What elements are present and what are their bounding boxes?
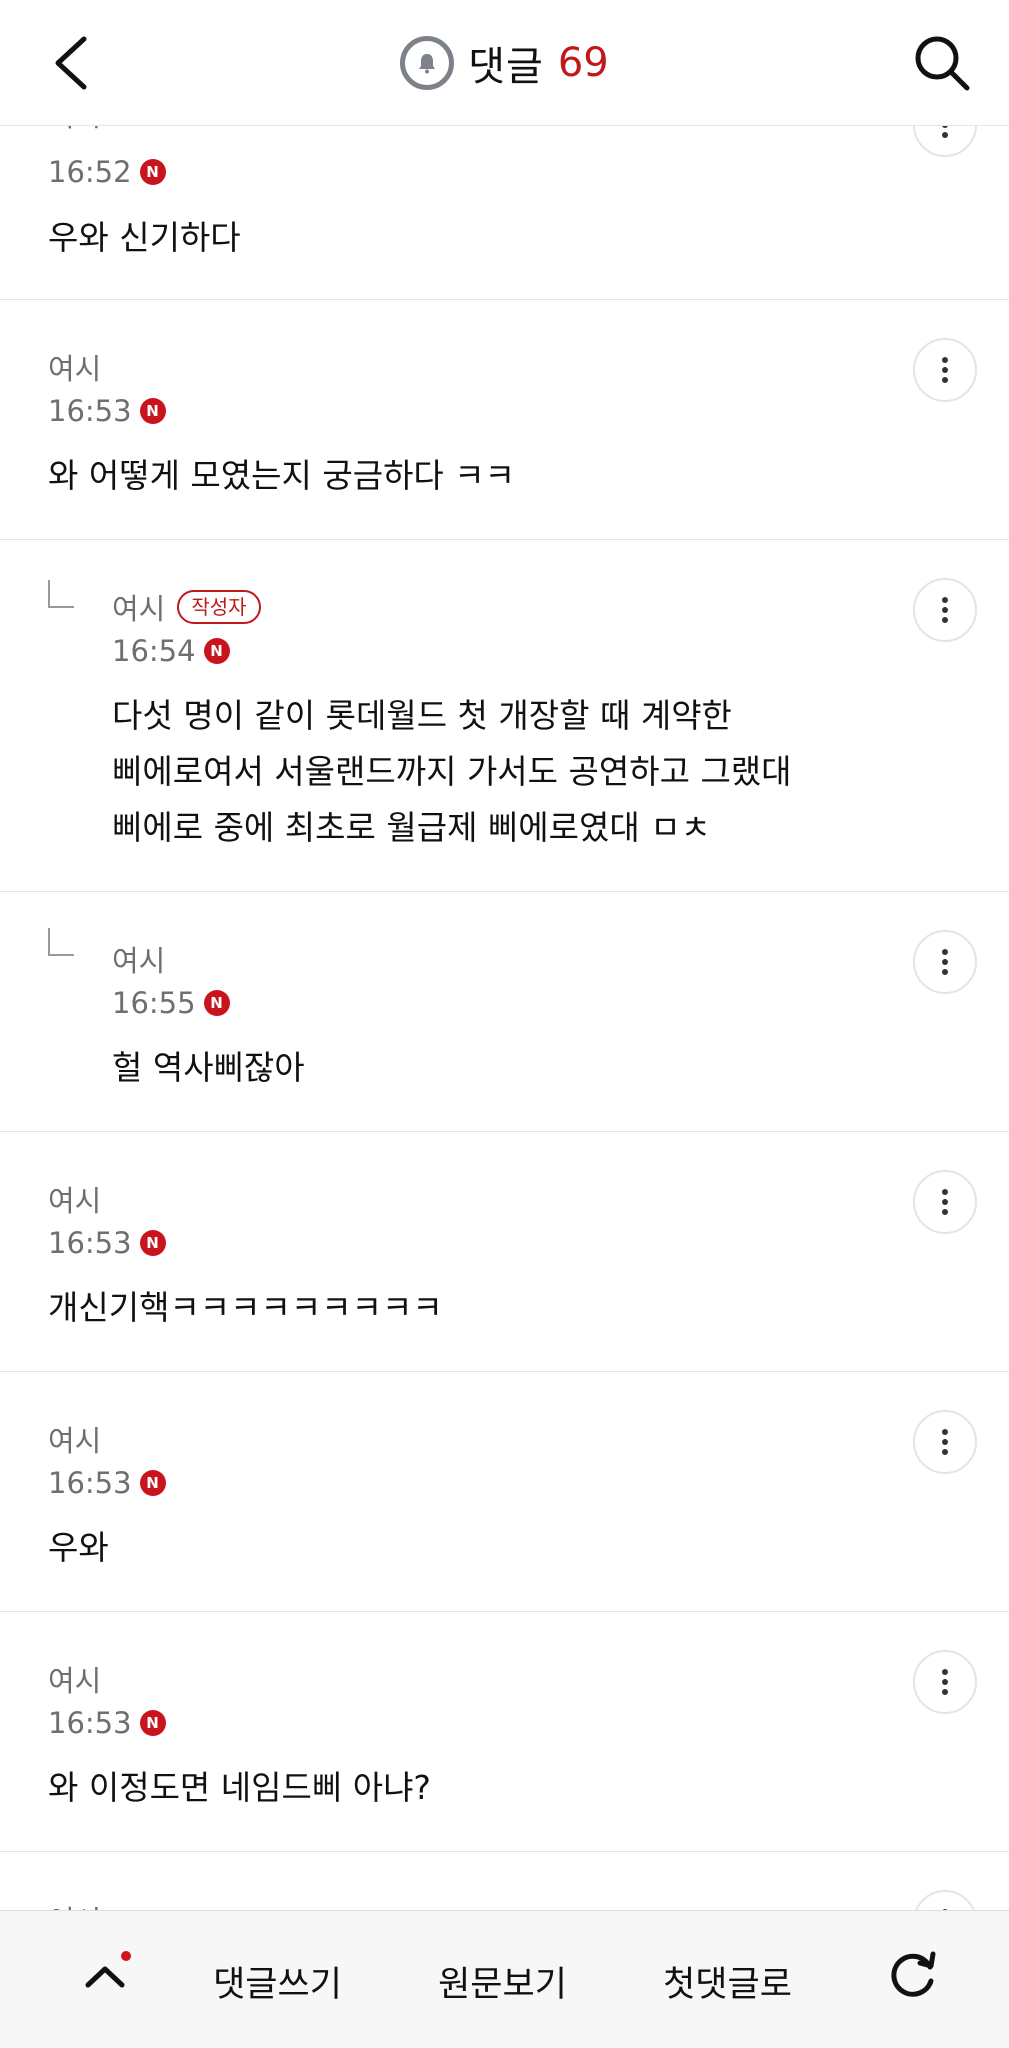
new-badge: N: [139, 1470, 166, 1496]
comment-line: 다섯 명이 같이 롯데월드 첫 개장할 때 계약한: [112, 696, 732, 735]
comment-author[interactable]: 여시: [48, 1178, 101, 1220]
comment-author[interactable]: 여시: [112, 938, 165, 980]
comment-author[interactable]: 여시: [48, 1658, 101, 1700]
new-badge: N: [203, 638, 230, 664]
comment-time: 16:53: [48, 394, 132, 428]
chevron-up-icon: [85, 1966, 125, 1988]
new-badge: N: [203, 990, 230, 1016]
write-comment-button[interactable]: 댓글쓰기: [195, 1951, 360, 2011]
author-badge: 작성자: [177, 590, 261, 624]
comment-time: 16:53: [48, 1226, 132, 1260]
more-vertical-icon: [942, 1429, 948, 1455]
refresh-button[interactable]: [878, 1939, 948, 2009]
comment-item: 여시 16:53 N 개신기핵ㅋㅋㅋㅋㅋㅋㅋㅋㅋ: [0, 1132, 1009, 1372]
comment-line: 우와 신기하다: [48, 218, 241, 257]
more-vertical-icon: [942, 1669, 948, 1695]
comment-line: 와 어떻게 모였는지 궁금하다 ㅋㅋ: [48, 456, 515, 495]
new-badge: N: [139, 159, 166, 185]
comment-body: 우와: [48, 1520, 109, 1576]
comment-line: 우와: [48, 1528, 109, 1567]
new-badge: N: [139, 398, 166, 424]
comment-body: 와 어떻게 모였는지 궁금하다 ㅋㅋ: [48, 448, 515, 504]
reply-indicator-icon: [48, 580, 74, 608]
more-button[interactable]: [913, 930, 977, 994]
comment-line: 헐 역사삐잖아: [112, 1048, 305, 1087]
comment-time: 16:54: [112, 634, 196, 668]
comment-author[interactable]: 여시: [48, 1418, 101, 1460]
more-vertical-icon: [942, 357, 948, 383]
search-icon: [915, 36, 970, 91]
comment-line: 삐에로여서 서울랜드까지 가서도 공연하고 그랬대: [112, 752, 792, 791]
comment-item: 여시 16:53 N 우와: [0, 1372, 1009, 1612]
page-title: 댓글: [468, 44, 544, 90]
more-vertical-icon: [942, 949, 948, 975]
more-button[interactable]: [913, 578, 977, 642]
bottom-toolbar: 댓글쓰기 원문보기 첫댓글로: [0, 1910, 1009, 2048]
comment-item-reply: 여시 작성자 16:54 N 다섯 명이 같이 롯데월드 첫 개장할 때 계약한…: [0, 540, 1009, 892]
comment-author[interactable]: 여시: [48, 346, 101, 388]
top-bar: 댓글 69: [0, 0, 1009, 126]
comment-line: 개신기핵ㅋㅋㅋㅋㅋㅋㅋㅋㅋ: [48, 1288, 443, 1327]
comment-time: 16:55: [112, 986, 196, 1020]
comment-body: 와 이정도면 네임드삐 아냐?: [48, 1760, 431, 1816]
comment-count: 69: [557, 40, 609, 86]
notification-toggle[interactable]: [400, 36, 455, 90]
refresh-icon: [891, 1951, 936, 1997]
reply-indicator-icon: [48, 928, 74, 956]
comment-time: 16:53: [48, 1706, 132, 1740]
comment-time: 16:53: [48, 1466, 132, 1500]
view-original-button[interactable]: 원문보기: [420, 1951, 585, 2011]
comment-item-reply: 여시 16:55 N 헐 역사삐잖아: [0, 892, 1009, 1132]
more-vertical-icon: [942, 597, 948, 623]
first-comment-button[interactable]: 첫댓글로: [645, 1951, 810, 2011]
search-button[interactable]: [907, 28, 977, 98]
new-indicator-dot: [121, 1951, 131, 1961]
comment-body: 개신기핵ㅋㅋㅋㅋㅋㅋㅋㅋㅋ: [48, 1280, 443, 1336]
comment-item: 여시 16:53 N 와 이정도면 네임드삐 아냐?: [0, 1612, 1009, 1852]
more-button[interactable]: [913, 338, 977, 402]
comment-body: 다섯 명이 같이 롯데월드 첫 개장할 때 계약한 삐에로여서 서울랜드까지 가…: [112, 688, 792, 856]
comment-item: 여시 16:53 N 와 어떻게 모였는지 궁금하다 ㅋㅋ: [0, 300, 1009, 540]
new-badge: N: [139, 1230, 166, 1256]
comment-line: 와 이정도면 네임드삐 아냐?: [48, 1768, 431, 1807]
more-button[interactable]: [913, 1170, 977, 1234]
bell-icon: [419, 54, 436, 74]
comment-body: 우와 신기하다: [48, 210, 241, 266]
comment-author[interactable]: 여시: [112, 586, 165, 628]
comment-time: 16:52: [48, 155, 132, 189]
comment-line: 삐에로 중에 최초로 월급제 삐에로였대 ㅁㅊ: [112, 808, 711, 847]
more-button[interactable]: [913, 1410, 977, 1474]
new-badge: N: [139, 1710, 166, 1736]
comment-body: 헐 역사삐잖아: [112, 1040, 305, 1096]
more-button[interactable]: [913, 1650, 977, 1714]
more-vertical-icon: [942, 1189, 948, 1215]
comment-title-group: 댓글 69: [0, 30, 1009, 96]
